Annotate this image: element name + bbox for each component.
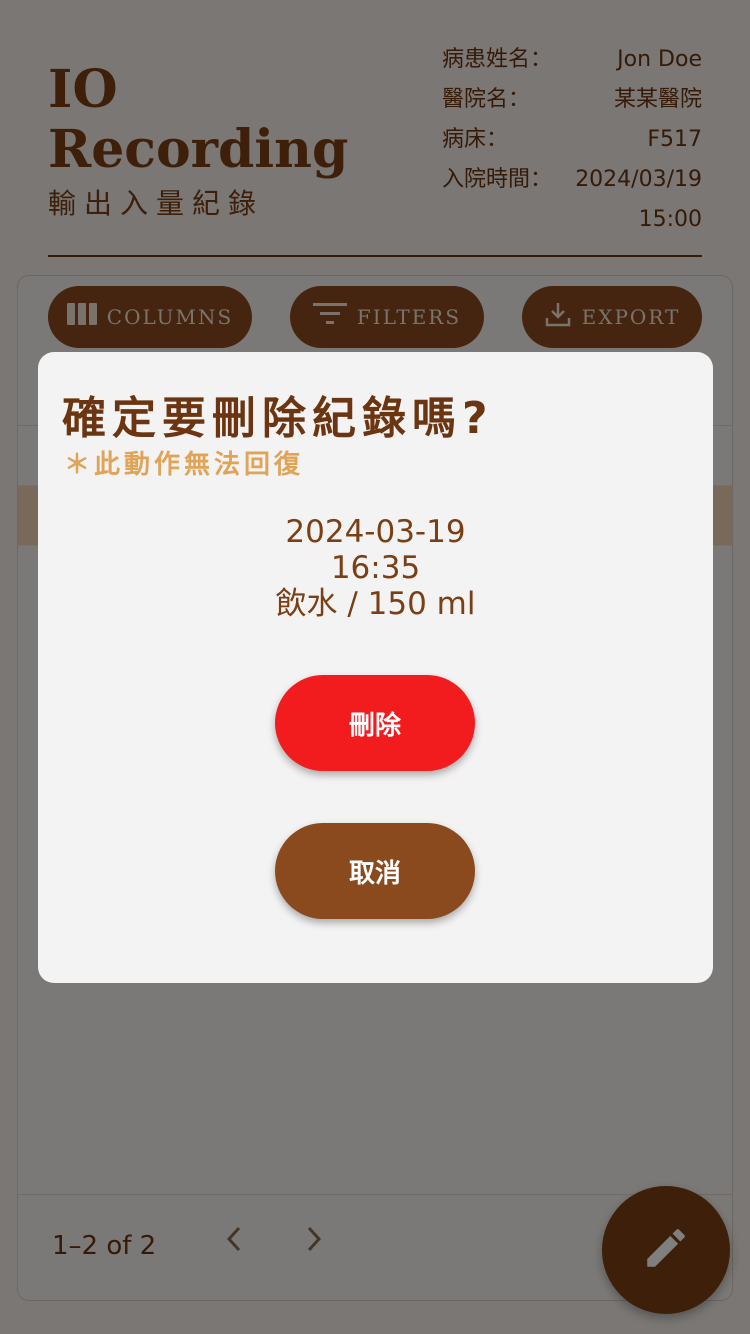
dialog-title: 確定要刪除紀錄嗎? [62,393,494,444]
delete-confirm-dialog: 確定要刪除紀錄嗎? ＊此動作無法回復 2024-03-19 16:35 飲水 /… [38,352,713,983]
delete-button[interactable]: 刪除 [275,675,475,771]
record-date: 2024-03-19 [285,514,466,550]
record-time: 16:35 [330,550,421,586]
record-detail: 飲水 / 150 ml [275,586,476,622]
record-summary: 2024-03-19 16:35 飲水 / 150 ml [38,514,713,622]
cancel-button[interactable]: 取消 [275,823,475,919]
dialog-warning: ＊此動作無法回復 [64,450,305,480]
